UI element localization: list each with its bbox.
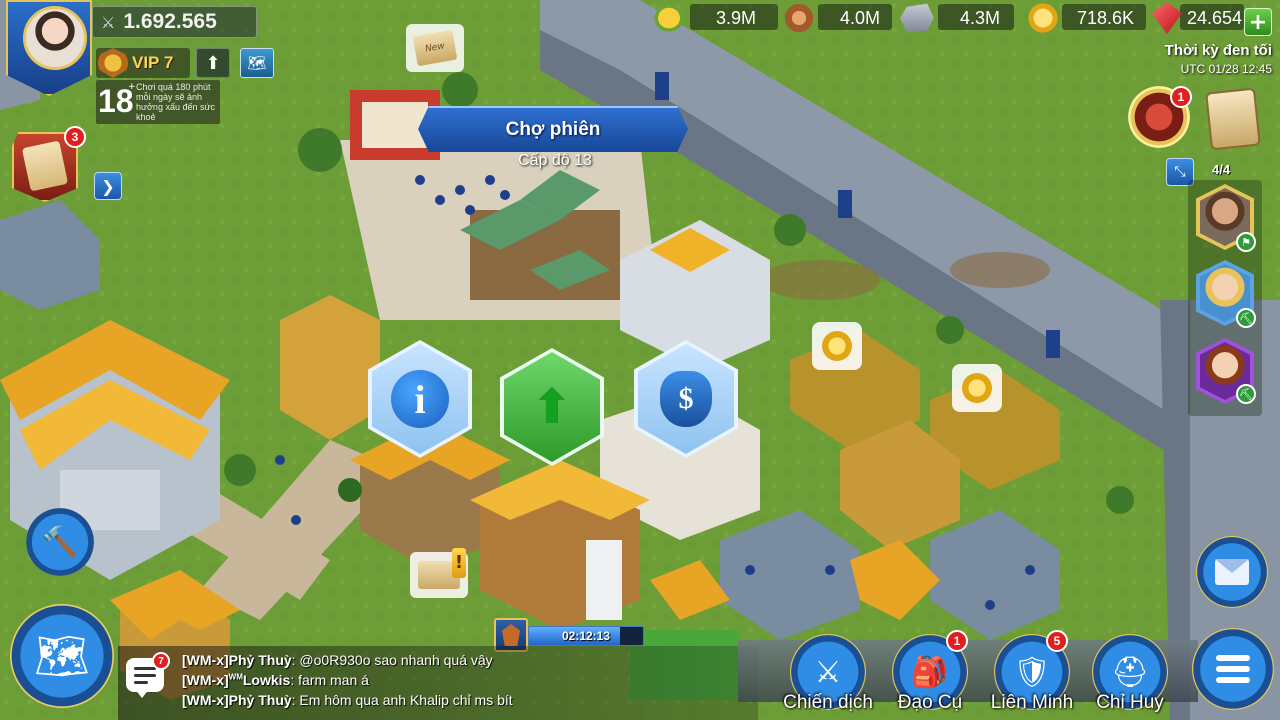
build-timer[interactable]: 02:12:13 [528, 626, 644, 646]
shield-icon: 🛡 [1012, 654, 1052, 690]
age-rating-plus: + [128, 82, 136, 92]
gold-coin-icon [822, 331, 852, 361]
vip-label: VIP 7 [132, 53, 174, 72]
campaign-label: Chiến dịch [783, 692, 873, 713]
gold-coin-icon [962, 373, 992, 403]
building-name: Chợ phiên [505, 119, 601, 140]
upgrade-arrow-icon: ⬆ [531, 379, 573, 435]
quest-log-scroll-button[interactable] [1205, 87, 1261, 151]
build-button[interactable]: 🔨 [26, 508, 94, 576]
build-timer-text: 02:12:13 [561, 629, 611, 643]
collect-gold-bubble-1[interactable] [812, 322, 862, 370]
commander-count: 4/4 [1212, 162, 1231, 177]
chat-message-2: [WM-x]WMLowkis: farm man á [182, 672, 369, 688]
events-button[interactable]: 1 [1128, 86, 1192, 148]
alliance-badge: 5 [1046, 630, 1068, 652]
crossed-swords-icon: ⚔ [814, 654, 842, 690]
age-rating-notice: 18 + Chơi quá 180 phút mỗi ngày sẽ ảnh h… [96, 80, 220, 124]
pickaxe-status-icon: ⛏ [1236, 384, 1256, 404]
mail-icon [1215, 559, 1249, 585]
chat-message-3: [WM-x]Phỷ Thuỳ: Em hôm qua anh Khalip ch… [182, 692, 513, 708]
quest-button[interactable]: 3 [12, 126, 86, 202]
chat-badge: 7 [152, 652, 170, 670]
items-badge: 1 [946, 630, 968, 652]
buy-gems-button[interactable]: + [1244, 8, 1272, 36]
items-label: Đạo Cụ [897, 692, 963, 713]
gather-status-icon: ⚑ [1236, 232, 1256, 252]
helmet-icon: ⛑ [1110, 654, 1150, 690]
sword-icon: ⚔ [101, 12, 116, 32]
vip-button[interactable]: VIP 7 [96, 48, 190, 78]
hammer-icon: 🔨 [41, 524, 79, 560]
alliance-label: Liên Minh [990, 692, 1074, 713]
food-amount: 3.9M [715, 8, 756, 28]
power-value: 1.692.565 [123, 10, 217, 33]
expand-quests-button[interactable]: ❯ [94, 172, 122, 200]
building-level: Cấp độ 13 [518, 152, 592, 169]
mail-button[interactable] [1196, 536, 1268, 608]
power-display: ⚔ 1.692.565 [92, 6, 257, 38]
commander-label: Chỉ Huy [1096, 692, 1164, 713]
world-map-icon: 🗺 [34, 631, 90, 682]
main-menu-button[interactable] [1192, 628, 1274, 710]
chevron-right-icon: ❯ [101, 176, 115, 196]
chat-icon[interactable]: 7 [126, 652, 170, 698]
new-scroll-bubble[interactable]: New [406, 24, 464, 72]
gems-amount: 24.654 [1186, 8, 1242, 28]
bag-icon: 🎒 [911, 654, 949, 690]
wood-icon [782, 2, 816, 34]
server-time: UTC 01/28 12:45 [1180, 62, 1272, 76]
gold-amount: 718.6K [1076, 8, 1134, 28]
events-badge: 1 [1170, 86, 1192, 108]
building-name-banner: Chợ phiên [418, 106, 688, 152]
corn-icon [652, 2, 686, 34]
era-title: Thời kỳ đen tối [1164, 42, 1272, 59]
upgrade-arrow-button[interactable]: ⬆ [196, 48, 230, 78]
gold-coin-icon [1026, 2, 1060, 34]
arrow-up-icon: ⬆ [205, 52, 221, 74]
pickaxe-status-icon: ⛏ [1236, 308, 1256, 328]
new-scroll-icon: New [412, 29, 458, 67]
stone-amount: 4.3M [959, 8, 1000, 28]
chat-message-1: [WM-x]Phỷ Thuỳ: @o0R930o sao nhanh quá v… [182, 652, 493, 668]
world-map-button[interactable]: 🗺 [10, 604, 114, 708]
collect-gold-bubble-2[interactable] [952, 364, 1002, 412]
plus-icon: + [1248, 9, 1268, 35]
money-bag-icon: $ [660, 371, 712, 427]
vip-badge-icon [98, 48, 128, 78]
info-icon: i [391, 370, 449, 428]
globe-icon: 🗺 [247, 54, 267, 72]
quest-badge: 3 [64, 126, 86, 148]
arrows-icon: ⤡ [1174, 164, 1186, 180]
wood-amount: 4.0M [839, 8, 880, 28]
age-rating-warning: Chơi quá 180 phút mỗi ngày sẽ ảnh hưởng … [136, 82, 215, 122]
avatar[interactable] [23, 6, 87, 70]
exclamation-icon: ! [452, 548, 466, 578]
world-globe-button[interactable]: 🗺 [240, 48, 274, 78]
menu-icon [1216, 655, 1250, 661]
